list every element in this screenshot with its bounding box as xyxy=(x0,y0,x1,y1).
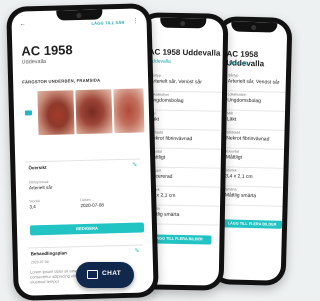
treatment-date: 2020-07-08 xyxy=(30,259,49,265)
detail-row: Exsudat Måttligt xyxy=(148,149,222,169)
middle-title: AC 1958 Uddevalla xyxy=(148,47,221,58)
field-value: 2020-07-08 xyxy=(80,202,104,209)
wound-photo[interactable] xyxy=(113,88,145,134)
edit-pencil-icon[interactable]: ✎ xyxy=(134,248,140,255)
detail-row: SårkantMacererad xyxy=(148,168,221,188)
detail-row: MålLäkt xyxy=(149,111,222,131)
row-value: Ungdomsbolag xyxy=(149,97,184,105)
row-value: 3,4 x 2,1 cm xyxy=(225,173,253,181)
detail-row: Storlek3,4 x 2,1 cm xyxy=(148,187,221,207)
back-arrow-icon[interactable]: ← xyxy=(20,21,26,27)
wound-image-gallery[interactable] xyxy=(24,88,145,136)
field-label: Storlek xyxy=(29,199,41,204)
row-value: Ungdomsbolag xyxy=(227,97,262,105)
treatment-title: Behandlingsplan xyxy=(30,250,67,257)
wound-photo[interactable] xyxy=(75,89,113,135)
row-value: Nekrot fibrinvävnad xyxy=(149,135,193,143)
row-value: Läkt xyxy=(226,116,237,123)
edit-button[interactable]: REDIGERA xyxy=(29,222,145,236)
edit-pencil-icon[interactable]: ✎ xyxy=(132,162,137,169)
detail-row: Sårtyp Arterielt sår, Venöst sår xyxy=(227,73,287,93)
row-value: Nekrot fibrinvävnad xyxy=(226,135,270,143)
detail-row: Sårtyp Arterielt sår, Venöst sår xyxy=(150,73,223,93)
detail-row: Sårbädd Nekrot fibrinvävnad xyxy=(149,130,222,150)
notch xyxy=(55,9,103,21)
row-value: Måttlig smärta xyxy=(147,211,180,218)
notch xyxy=(231,21,278,33)
add-images-button[interactable]: LÄGG TILL FLERA BILDER xyxy=(221,219,283,229)
field-value: Arterielt sår xyxy=(28,184,53,191)
detail-row: Sårbädd Nekrot fibrinvävnad xyxy=(226,130,285,150)
detail-row: Exsudat Måttligt xyxy=(225,149,285,169)
detail-row: Lokalisation Ungdomsbolag xyxy=(149,92,223,112)
image-icon[interactable] xyxy=(24,110,33,116)
detail-row: Storlek3,4 x 2,1 cm xyxy=(225,168,284,188)
overview-card: Översikt ✎ Sårtyp/orsak Arterielt sår St… xyxy=(25,158,145,241)
back-subtitle: Uddevalla xyxy=(226,60,249,67)
detail-row: MålLäkt xyxy=(226,111,286,131)
page-title: AC 1958 xyxy=(21,42,73,59)
row-value: Läkt xyxy=(149,116,160,123)
page-subtitle: Uddevalla xyxy=(21,58,47,66)
row-value: Måttlig smärta xyxy=(224,192,257,200)
wound-photo[interactable] xyxy=(37,90,75,136)
detail-row: SmärtaMåttlig smärta xyxy=(224,187,284,207)
overview-title: Översikt xyxy=(28,164,47,171)
add-wound-link[interactable]: LÄGG TILL SÅR xyxy=(91,20,124,26)
row-value: Måttligt xyxy=(148,154,166,161)
detail-row: SmärtaMåttlig smärta xyxy=(147,206,221,226)
notch xyxy=(160,17,207,29)
field-label: Datum xyxy=(80,197,91,203)
row-value: 3,4 x 2,1 cm xyxy=(148,192,176,199)
row-value: Måttligt xyxy=(225,154,243,161)
front-screen: ← LÄGG TILL SÅR ⋮ AC 1958 Uddevalla FÄRG… xyxy=(11,8,154,296)
detail-row: Lokalisation Ungdomsbolag xyxy=(227,92,286,112)
phone-front: ← LÄGG TILL SÅR ⋮ AC 1958 Uddevalla FÄRG… xyxy=(6,3,159,301)
field-value: 3,4 xyxy=(29,204,36,210)
wound-location: FÄRGSTOR UNDERBEN, FRAMSIDA xyxy=(22,77,101,85)
row-value: Arterielt sår, Venöst sår xyxy=(150,78,202,86)
field-label: Sårtyp/orsak xyxy=(28,179,49,185)
row-value: Arterielt sår, Venöst sår xyxy=(227,78,280,86)
row-value: Macererad xyxy=(148,173,173,180)
chat-button[interactable]: CHAT xyxy=(76,262,134,288)
more-menu-icon[interactable]: ⋮ xyxy=(133,17,139,24)
chat-bubble-icon xyxy=(87,270,98,279)
chat-label: CHAT xyxy=(102,270,122,277)
